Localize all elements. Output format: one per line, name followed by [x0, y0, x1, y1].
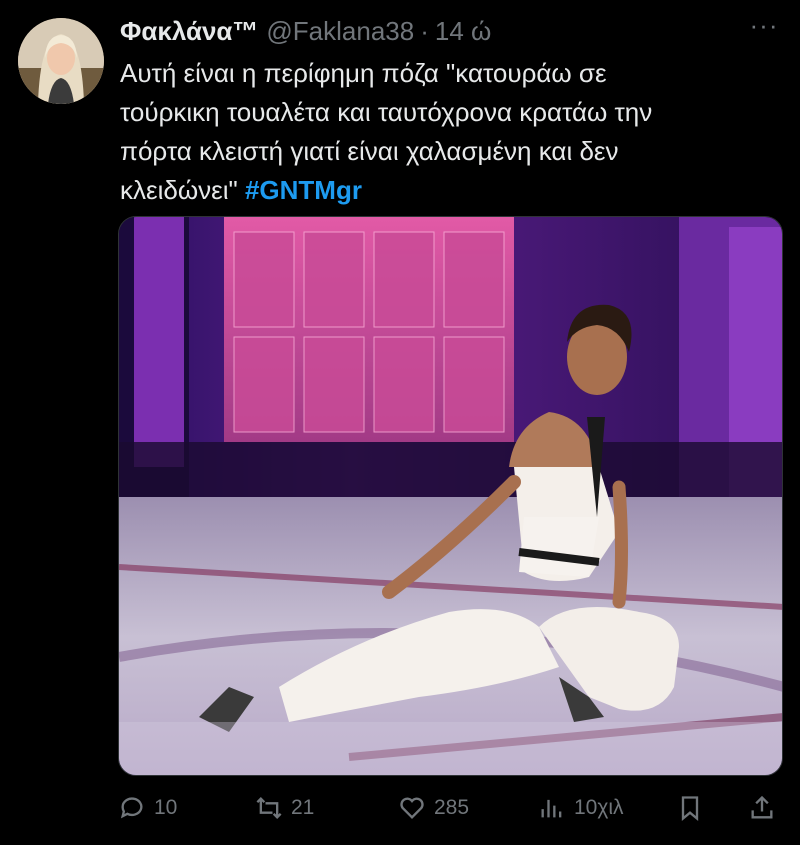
reply-icon [120, 797, 143, 819]
display-name[interactable]: Φακλάνα™ [120, 16, 258, 47]
tweet-text-line: πόρτα κλειστή γιατί είναι χαλασμένη και … [120, 136, 619, 166]
share-icon [751, 795, 773, 819]
repost-button[interactable]: 21 [255, 788, 314, 828]
reply-count: 10 [154, 796, 178, 819]
repost-count: 21 [291, 796, 315, 819]
separator-dot: · [420, 16, 429, 46]
tweet-header: Φακλάνα™ @Faklana38 · 14 ώ [120, 16, 740, 47]
tweet-media-image[interactable] [118, 216, 783, 776]
reply-button[interactable]: 10 [118, 788, 177, 828]
tweet-text-line: κλειδώνει" #GNTMgr [120, 171, 760, 210]
action-bar: 10 21 285 10χιλ [118, 788, 783, 828]
tweet-text-last: κλειδώνει" [120, 175, 245, 205]
views-count: 10χιλ [574, 796, 624, 819]
timestamp[interactable]: 14 ώ [435, 16, 491, 47]
share-button[interactable] [748, 788, 776, 828]
tweet[interactable]: Φακλάνα™ @Faklana38 · 14 ώ ··· Αυτή είνα… [0, 0, 800, 845]
hashtag-link[interactable]: #GNTMgr [245, 175, 362, 205]
like-count: 285 [434, 796, 470, 819]
avatar[interactable] [18, 18, 104, 104]
views-icon [541, 799, 562, 818]
heart-icon [400, 797, 424, 819]
user-handle[interactable]: @Faklana38 [266, 16, 414, 47]
more-icon[interactable]: ··· [748, 12, 780, 40]
tweet-text: Αυτή είναι η περίφημη πόζα "κατουράω σε … [120, 54, 760, 210]
bookmark-button[interactable] [676, 788, 704, 828]
like-button[interactable]: 285 [398, 788, 469, 828]
repost-icon [256, 797, 282, 819]
views-button[interactable]: 10χιλ [538, 788, 624, 828]
tweet-text-line: Αυτή είναι η περίφημη πόζα "κατουράω σε [120, 58, 607, 88]
bookmark-icon [681, 796, 699, 821]
tweet-text-line: τούρκικη τουαλέτα και ταυτόχρονα κρατάω … [120, 97, 653, 127]
